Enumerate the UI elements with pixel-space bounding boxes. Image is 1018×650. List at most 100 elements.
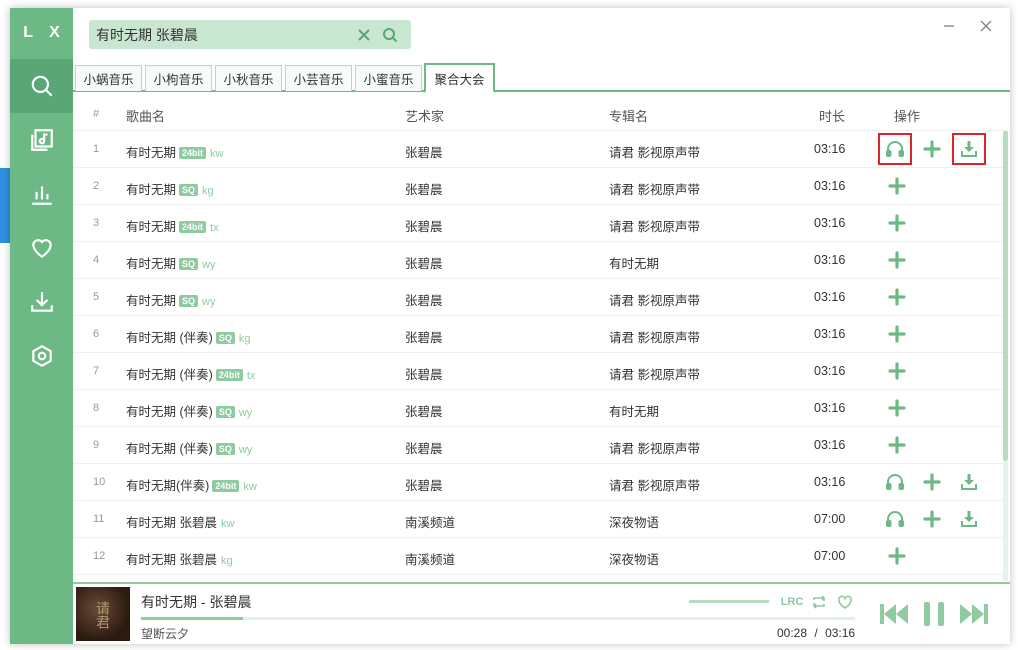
download-button[interactable] [952,133,986,165]
pause-button[interactable] [916,598,952,630]
table-row[interactable]: 7 有时无期 (伴奏) 24bit tx 张碧晨 请君 影视原声带 03:16 [73,353,1003,390]
plus-icon [887,435,907,455]
search-submit-icon[interactable] [377,22,403,48]
table-row[interactable]: 6 有时无期 (伴奏) SQ kg 张碧晨 请君 影视原声带 03:16 [73,316,1003,353]
sidebar-item-songlist[interactable] [10,113,73,167]
listen-button[interactable] [878,133,912,165]
sidebar-item-settings[interactable] [10,329,73,383]
scrollbar[interactable] [1003,131,1008,581]
scrollbar-thumb[interactable] [1003,131,1008,461]
tab-source-5[interactable]: 小蜜音乐 [355,65,422,91]
add-button[interactable] [884,284,910,310]
table-row[interactable]: 12 有时无期 张碧晨 kg 南溪频道 深夜物语 07:00 [73,538,1003,575]
table-row[interactable]: 2 有时无期 SQ kg 张碧晨 请君 影视原声带 03:16 [73,168,1003,205]
quality-badge: 24bit [212,480,240,492]
search-input[interactable] [89,26,351,43]
listen-button[interactable] [882,506,908,532]
add-button[interactable] [884,543,910,569]
row-album: 有时无期 [609,405,660,419]
row-num: 11 [93,513,105,525]
add-button[interactable] [884,210,910,236]
plus-icon [887,361,907,381]
add-button[interactable] [884,432,910,458]
album-cover[interactable]: 请君 [76,587,130,641]
sidebar-item-download[interactable] [10,275,73,329]
row-num: 1 [93,143,100,155]
player-title: 有时无期 - 张碧晨 [141,594,252,610]
headphone-icon [885,139,905,159]
download-icon [30,292,53,312]
sidebar-item-favorites[interactable] [10,221,73,275]
table-row[interactable]: 8 有时无期 (伴奏) SQ wy 张碧晨 有时无期 03:16 [73,390,1003,427]
prev-icon [880,604,908,624]
add-button[interactable] [919,469,945,495]
favorite-icon[interactable] [836,593,854,611]
row-num: 10 [93,476,106,488]
row-title: 有时无期 24bit kw [126,142,223,161]
row-num: 5 [93,291,100,303]
tab-source-all[interactable]: 聚合大会 [424,63,495,93]
row-album: 请君 影视原声带 [609,442,700,456]
sidebar-item-leaderboard[interactable] [10,167,73,221]
row-title: 有时无期 (伴奏) SQ wy [126,401,252,420]
quality-badge: SQ [215,332,235,344]
table-row[interactable]: 9 有时无期 (伴奏) SQ wy 张碧晨 请君 影视原声带 03:16 [73,427,1003,464]
app-logo: L X [23,24,66,41]
plus-icon [922,139,942,159]
download-button[interactable] [956,506,982,532]
download-icon [959,139,979,159]
row-artist: 张碧晨 [405,257,443,271]
row-num: 8 [93,402,100,414]
row-artist: 张碧晨 [405,294,443,308]
time-total: 03:16 [825,626,856,640]
add-button[interactable] [919,506,945,532]
header-artist: 艺术家 [405,109,445,124]
sidebar-item-search[interactable] [10,59,73,113]
row-artist: 张碧晨 [405,146,443,160]
table-row[interactable]: 3 有时无期 24bit tx 张碧晨 请君 影视原声带 03:16 [73,205,1003,242]
player-artist: 望断云夕 [141,627,190,641]
row-duration: 03:16 [814,401,846,415]
table-row[interactable]: 11 有时无期 张碧晨 kw 南溪频道 深夜物语 07:00 [73,501,1003,538]
progress-bar[interactable] [141,617,855,620]
row-album: 深夜物语 [609,516,660,530]
source-tag: kg [238,333,251,345]
table-row[interactable]: 10 有时无期(伴奏) 24bit kw 张碧晨 请君 影视原声带 03:16 [73,464,1003,501]
download-button[interactable] [956,469,982,495]
listen-button[interactable] [882,469,908,495]
add-button[interactable] [884,358,910,384]
tab-source-4[interactable]: 小芸音乐 [285,65,352,91]
row-duration: 03:16 [814,142,846,156]
source-tag: kg [202,185,214,197]
row-duration: 03:16 [814,179,846,193]
minimize-button[interactable] [939,16,959,36]
row-duration: 07:00 [814,512,846,526]
tab-source-1[interactable]: 小蜗音乐 [75,65,142,91]
repeat-icon[interactable] [810,593,828,611]
volume-slider[interactable] [689,600,769,603]
add-button[interactable] [884,247,910,273]
add-button[interactable] [884,321,910,347]
row-duration: 03:16 [814,364,846,378]
row-duration: 07:00 [814,549,846,563]
add-button[interactable] [884,173,910,199]
tab-source-2[interactable]: 小枸音乐 [145,65,212,91]
add-button[interactable] [919,136,945,162]
table-row[interactable]: 1 有时无期 24bit kw 张碧晨 请君 影视原声带 03:16 [73,131,1003,168]
plus-icon [887,250,907,270]
lyrics-toggle[interactable]: LRC [781,593,804,611]
quality-badge: 24bit [179,147,207,159]
song-name: 有时无期 张碧晨 [126,553,217,567]
next-button[interactable] [956,598,992,630]
add-button[interactable] [884,395,910,421]
chart-icon [31,186,52,205]
row-title: 有时无期(伴奏) 24bit kw [126,475,257,494]
table-row[interactable]: 4 有时无期 SQ wy 张碧晨 有时无期 03:16 [73,242,1003,279]
tab-source-3[interactable]: 小秋音乐 [215,65,282,91]
prev-button[interactable] [876,598,912,630]
row-duration: 03:16 [814,438,846,452]
row-artist: 张碧晨 [405,479,443,493]
table-row[interactable]: 5 有时无期 SQ wy 张碧晨 请君 影视原声带 03:16 [73,279,1003,316]
close-button[interactable] [976,16,996,36]
clear-icon[interactable] [351,22,377,48]
